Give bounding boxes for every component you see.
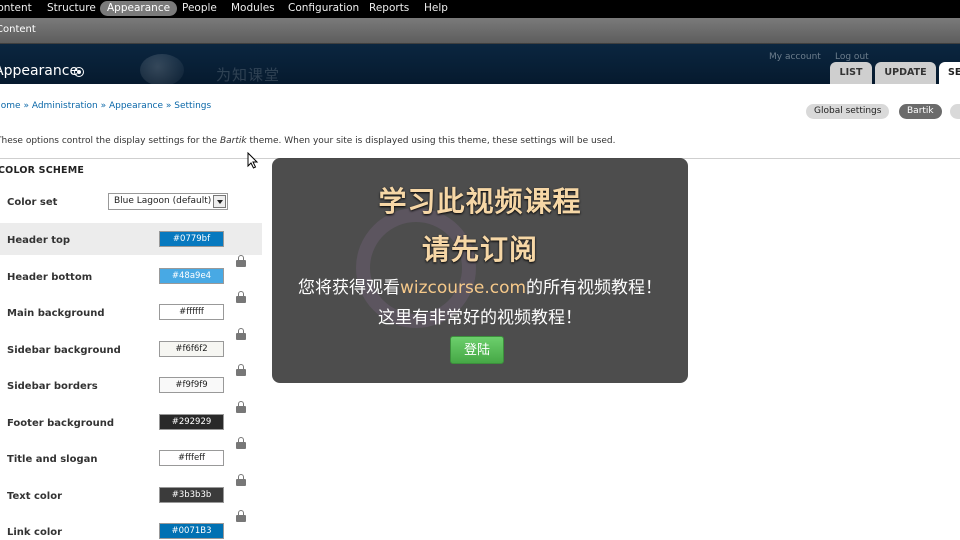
intro-theme-name: Bartik bbox=[219, 136, 247, 146]
color-set-label: Color set bbox=[7, 197, 58, 208]
breadcrumb-home[interactable]: Home bbox=[0, 101, 21, 111]
color-field-label: Link color bbox=[7, 527, 63, 538]
intro-text-before: These options control the display settin… bbox=[0, 136, 220, 146]
overlay-site-link[interactable]: wizcourse.com bbox=[400, 278, 526, 298]
toolbar-item-modules[interactable]: Modules bbox=[231, 0, 275, 18]
subscribe-overlay: 学习此视频课程 请先订阅 您将获得观看wizcourse.com的所有视频教程！… bbox=[272, 158, 688, 383]
shortcut-content-link[interactable]: Content bbox=[0, 24, 36, 35]
intro-text-after: theme. When your site is displayed using… bbox=[246, 136, 616, 146]
color-set-select[interactable]: Blue Lagoon (default) bbox=[108, 193, 228, 210]
lock-icon[interactable] bbox=[236, 437, 246, 449]
color-scheme-title: COLOR SCHEME bbox=[0, 165, 85, 176]
color-field-label: Sidebar borders bbox=[7, 381, 98, 392]
watermark-logo-icon bbox=[140, 54, 184, 84]
color-value-input[interactable]: #3b3b3b bbox=[159, 486, 224, 503]
toolbar-item-content[interactable]: Content bbox=[0, 0, 32, 18]
overlay-headline: 学习此视频课程 bbox=[378, 185, 582, 218]
breadcrumb-separator: » bbox=[165, 101, 172, 111]
color-field-label: Main background bbox=[7, 308, 105, 319]
overlay-message: 您将获得观看wizcourse.com的所有视频教程！ bbox=[272, 273, 688, 298]
my-account-link[interactable]: My account bbox=[769, 52, 821, 62]
color-value-input[interactable]: #f6f6f2 bbox=[159, 340, 224, 357]
color-field-label: Footer background bbox=[7, 417, 114, 429]
color-field-label: Title and slogan bbox=[7, 454, 98, 465]
color-field-label: Text color bbox=[7, 490, 63, 502]
intro-text: These options control the display settin… bbox=[0, 136, 616, 146]
subtab-overflow[interactable] bbox=[950, 104, 960, 119]
toolbar-item-appearance[interactable]: Appearance bbox=[100, 1, 178, 16]
toolbar-item-structure[interactable]: Structure bbox=[47, 0, 96, 18]
color-field-label: Header top bbox=[7, 235, 71, 246]
lock-icon[interactable] bbox=[236, 254, 246, 267]
toolbar-item-people[interactable]: People bbox=[182, 0, 217, 18]
color-value-input[interactable]: #48a9e4 bbox=[159, 267, 224, 284]
color-set-value: Blue Lagoon (default) bbox=[114, 196, 212, 206]
overlay-message-after: 的所有视频教程！ bbox=[526, 278, 663, 298]
toolbar-item-configuration[interactable]: Configuration bbox=[288, 0, 359, 18]
color-value-input[interactable]: #ffffff bbox=[159, 304, 224, 320]
lock-icon[interactable] bbox=[236, 510, 246, 522]
breadcrumb-separator: » bbox=[100, 101, 107, 111]
tab-list[interactable]: LIST bbox=[830, 62, 872, 84]
overlay-message-before: 您将获得观看 bbox=[297, 278, 400, 298]
page: Content Structure Appearance People Modu… bbox=[0, 0, 960, 540]
overlay-subheadline: 请先订阅 bbox=[421, 233, 538, 266]
breadcrumb-appearance[interactable]: Appearance bbox=[109, 101, 163, 111]
lock-icon[interactable] bbox=[236, 473, 246, 486]
chevron-down-icon[interactable] bbox=[213, 195, 226, 208]
breadcrumb-separator: » bbox=[23, 101, 29, 111]
subtab-bartik[interactable]: Bartik bbox=[899, 104, 942, 119]
admin-toolbar: Content Structure Appearance People Modu… bbox=[0, 0, 960, 18]
add-shortcut-icon[interactable] bbox=[74, 67, 84, 77]
lock-icon[interactable] bbox=[236, 364, 246, 376]
subtab-global-settings[interactable]: Global settings bbox=[806, 104, 890, 119]
page-header: 为知课堂 Appearance My account Log out LIST … bbox=[0, 44, 960, 84]
lock-icon[interactable] bbox=[236, 400, 246, 413]
tab-settings[interactable]: SE bbox=[939, 62, 960, 84]
breadcrumb-administration[interactable]: Administration bbox=[32, 101, 98, 111]
page-title: Appearance bbox=[0, 63, 79, 79]
login-button[interactable]: 登陆 bbox=[450, 336, 504, 364]
color-value-input[interactable]: #0071B3 bbox=[159, 523, 224, 539]
toolbar-item-help[interactable]: Help bbox=[424, 0, 448, 18]
mouse-cursor-icon bbox=[247, 152, 259, 169]
tab-update[interactable]: UPDATE bbox=[875, 62, 936, 84]
color-value-input[interactable]: #f9f9f9 bbox=[159, 377, 224, 393]
color-value-input[interactable]: #292929 bbox=[159, 413, 224, 430]
color-value-input[interactable]: #fffeff bbox=[159, 450, 224, 466]
color-field-label: Header bottom bbox=[7, 271, 93, 283]
breadcrumb-settings[interactable]: Settings bbox=[174, 101, 211, 111]
color-field-label: Sidebar background bbox=[7, 344, 121, 356]
shortcut-bar: Content bbox=[0, 18, 960, 44]
lock-icon[interactable] bbox=[236, 327, 246, 340]
lock-icon[interactable] bbox=[236, 291, 246, 303]
log-out-link[interactable]: Log out bbox=[835, 52, 869, 62]
breadcrumb: Home » Administration » Appearance » Set… bbox=[0, 101, 211, 111]
overlay-tagline: 这里有非常好的视频教程！ bbox=[378, 308, 582, 328]
watermark-text: 为知课堂 bbox=[216, 66, 281, 84]
toolbar-item-reports[interactable]: Reports bbox=[369, 0, 409, 18]
color-value-input[interactable]: #0779bf bbox=[159, 231, 224, 247]
